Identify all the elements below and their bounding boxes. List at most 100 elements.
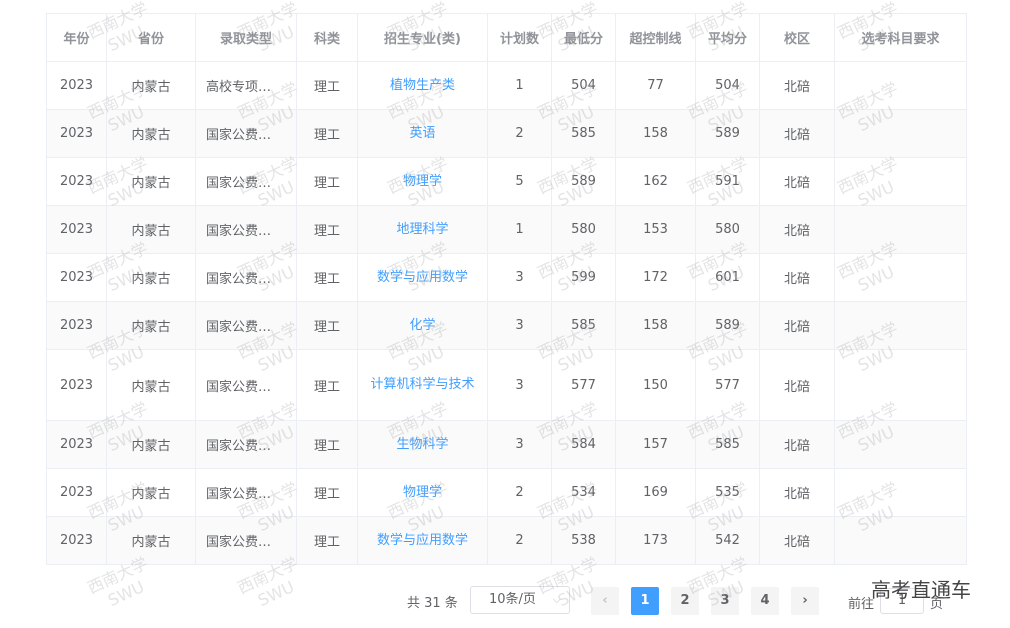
cell-avg-score: 589 (695, 301, 760, 350)
page-number-button[interactable]: 4 (751, 587, 779, 615)
table-row: 2023 内蒙古 国家公费… 理工 生物科学 3 584 157 585 北碚 (46, 420, 967, 469)
cell-plan-count: 2 (487, 516, 552, 565)
cell-province: 内蒙古 (106, 349, 196, 421)
major-link[interactable]: 植物生产类 (390, 78, 455, 93)
major-link[interactable]: 生物科学 (396, 437, 448, 452)
cell-subject-requirement (834, 253, 967, 302)
major-link[interactable]: 地理科学 (396, 222, 448, 237)
cell-province: 内蒙古 (106, 301, 196, 350)
major-link[interactable]: 物理学 (403, 174, 442, 189)
cell-plan-count: 2 (487, 468, 552, 517)
col-header-year[interactable]: 年份 (46, 13, 107, 62)
major-link[interactable]: 数学与应用数学 (377, 533, 468, 548)
major-link[interactable]: 英语 (409, 126, 435, 141)
table-row: 2023 内蒙古 国家公费… 理工 数学与应用数学 3 599 172 601 … (46, 253, 967, 302)
col-header-admission-type[interactable]: 录取类型 (195, 13, 297, 62)
page-number-button[interactable]: 2 (671, 587, 699, 615)
cell-subject-requirement (834, 109, 967, 158)
next-page-button[interactable]: › (791, 587, 819, 615)
cell-min-score: 585 (551, 109, 616, 158)
table-row: 2023 内蒙古 国家公费… 理工 计算机科学与技术 3 577 150 577… (46, 349, 967, 421)
cell-min-score: 585 (551, 301, 616, 350)
cell-plan-count: 3 (487, 420, 552, 469)
page-number-button[interactable]: 3 (711, 587, 739, 615)
cell-min-score: 580 (551, 205, 616, 254)
cell-plan-count: 3 (487, 349, 552, 421)
cell-category: 理工 (296, 516, 358, 565)
col-header-min-score[interactable]: 最低分 (551, 13, 616, 62)
cell-campus: 北碚 (759, 349, 835, 421)
table-row: 2023 内蒙古 国家公费… 理工 化学 3 585 158 589 北碚 (46, 301, 967, 350)
col-header-subject-requirement[interactable]: 选考科目要求 (834, 13, 967, 62)
cell-category: 理工 (296, 205, 358, 254)
page-size-select[interactable]: 10条/页 ⌵ (470, 586, 570, 614)
cell-admission-type: 国家公费… (195, 205, 297, 254)
cell-major: 物理学 (357, 468, 488, 517)
pagination-total: 共 31 条 (407, 596, 458, 611)
col-header-province[interactable]: 省份 (106, 13, 196, 62)
cell-campus: 北碚 (759, 301, 835, 350)
table-body: 2023 内蒙古 高校专项… 理工 植物生产类 1 504 77 504 北碚 … (46, 61, 967, 565)
cell-province: 内蒙古 (106, 420, 196, 469)
cell-min-score: 584 (551, 420, 616, 469)
cell-subject-requirement (834, 516, 967, 565)
cell-category: 理工 (296, 61, 358, 110)
cell-min-score: 534 (551, 468, 616, 517)
cell-major: 数学与应用数学 (357, 516, 488, 565)
page-number-button[interactable]: 1 (631, 587, 659, 615)
cell-year: 2023 (46, 157, 107, 206)
pagination: 共 31 条 10条/页 ⌵ ‹ 1 2 3 4 › 前往 1 页 (0, 586, 1010, 616)
cell-avg-score: 504 (695, 61, 760, 110)
admission-table-container: 年份 省份 录取类型 科类 招生专业(类) 计划数 最低分 超控制线 平均分 校… (46, 13, 967, 565)
col-header-avg-score[interactable]: 平均分 (695, 13, 760, 62)
cell-admission-type: 国家公费… (195, 157, 297, 206)
cell-province: 内蒙古 (106, 109, 196, 158)
cell-plan-count: 1 (487, 205, 552, 254)
col-header-category[interactable]: 科类 (296, 13, 358, 62)
major-link[interactable]: 计算机科学与技术 (370, 377, 474, 392)
cell-subject-requirement (834, 301, 967, 350)
cell-subject-requirement (834, 205, 967, 254)
cell-province: 内蒙古 (106, 157, 196, 206)
cell-above-line: 173 (615, 516, 696, 565)
chevron-right-icon: › (802, 593, 808, 608)
cell-major: 化学 (357, 301, 488, 350)
cell-min-score: 504 (551, 61, 616, 110)
cell-category: 理工 (296, 349, 358, 421)
table-row: 2023 内蒙古 国家公费… 理工 数学与应用数学 2 538 173 542 … (46, 516, 967, 565)
cell-category: 理工 (296, 420, 358, 469)
major-link[interactable]: 化学 (409, 318, 435, 333)
major-link[interactable]: 数学与应用数学 (377, 270, 468, 285)
col-header-major[interactable]: 招生专业(类) (357, 13, 488, 62)
cell-avg-score: 577 (695, 349, 760, 421)
cell-year: 2023 (46, 301, 107, 350)
major-link[interactable]: 物理学 (403, 485, 442, 500)
cell-campus: 北碚 (759, 516, 835, 565)
cell-province: 内蒙古 (106, 205, 196, 254)
cell-campus: 北碚 (759, 420, 835, 469)
cell-category: 理工 (296, 301, 358, 350)
cell-avg-score: 542 (695, 516, 760, 565)
cell-year: 2023 (46, 253, 107, 302)
table-header: 年份 省份 录取类型 科类 招生专业(类) 计划数 最低分 超控制线 平均分 校… (46, 13, 967, 62)
cell-avg-score: 601 (695, 253, 760, 302)
cell-major: 植物生产类 (357, 61, 488, 110)
cell-campus: 北碚 (759, 61, 835, 110)
col-header-campus[interactable]: 校区 (759, 13, 835, 62)
header-row: 年份 省份 录取类型 科类 招生专业(类) 计划数 最低分 超控制线 平均分 校… (46, 13, 967, 62)
prev-page-button[interactable]: ‹ (591, 587, 619, 615)
cell-major: 计算机科学与技术 (357, 349, 488, 421)
cell-plan-count: 2 (487, 109, 552, 158)
cell-province: 内蒙古 (106, 516, 196, 565)
cell-admission-type: 国家公费… (195, 349, 297, 421)
cell-admission-type: 国家公费… (195, 420, 297, 469)
cell-min-score: 577 (551, 349, 616, 421)
cell-year: 2023 (46, 468, 107, 517)
cell-year: 2023 (46, 205, 107, 254)
cell-province: 内蒙古 (106, 61, 196, 110)
cell-admission-type: 国家公费… (195, 301, 297, 350)
cell-year: 2023 (46, 109, 107, 158)
col-header-above-line[interactable]: 超控制线 (615, 13, 696, 62)
cell-avg-score: 580 (695, 205, 760, 254)
col-header-plan-count[interactable]: 计划数 (487, 13, 552, 62)
